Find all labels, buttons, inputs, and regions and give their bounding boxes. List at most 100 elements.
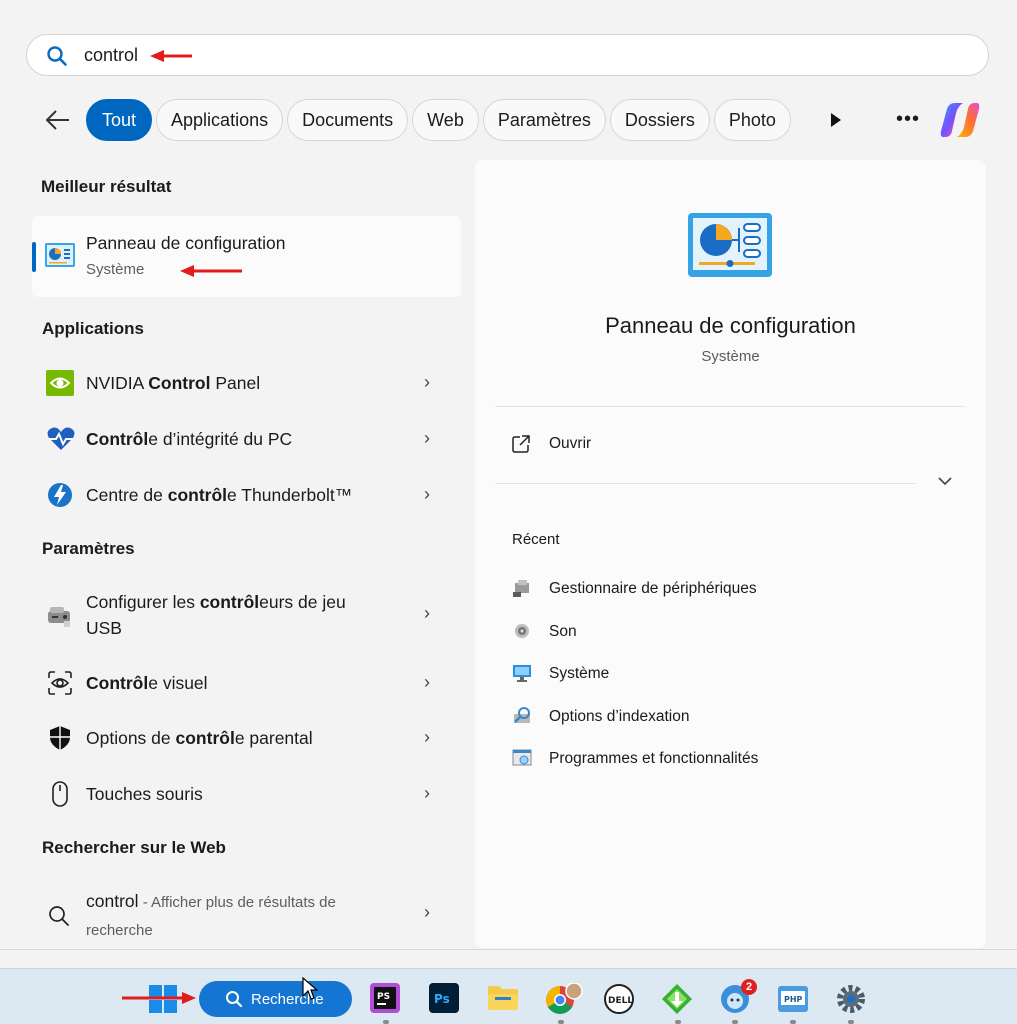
photoshop-icon[interactable]: Ps — [429, 983, 459, 1013]
chevron-right-icon: › — [424, 902, 430, 922]
best-match-subtitle: Système — [86, 261, 145, 278]
programs-icon — [512, 749, 532, 766]
tab-tout[interactable]: Tout — [86, 99, 153, 141]
chevron-right-icon: › — [424, 727, 430, 747]
recent-label: Son — [549, 623, 577, 640]
chevron-down-icon[interactable] — [937, 476, 953, 486]
tab-applications[interactable]: Applications — [156, 99, 284, 141]
health-heart-icon — [47, 427, 75, 450]
thunderbolt-icon — [48, 483, 72, 507]
shield-icon — [50, 726, 70, 750]
taskbar-search-button[interactable]: Recherche — [199, 981, 352, 1017]
applications-heading: Applications — [42, 319, 145, 338]
mouse-icon — [52, 781, 68, 807]
tab-dossiers[interactable]: Dossiers — [609, 99, 710, 141]
setting-label: Touches souris — [86, 784, 203, 804]
copilot-icon[interactable] — [939, 101, 981, 139]
preview-pane: Panneau de configuration Système Ouvrir … — [475, 160, 986, 948]
download-manager-icon[interactable] — [661, 983, 693, 1015]
chevron-right-icon: › — [424, 783, 430, 803]
running-indicator — [675, 1020, 681, 1024]
device-manager-icon — [513, 580, 529, 597]
tab-parametres[interactable]: Paramètres — [482, 99, 606, 141]
setting-label: Options de contrôle parental — [86, 728, 313, 748]
setting-item-usb-controllers[interactable]: Configurer les contrôleurs de jeu USB › — [32, 589, 461, 645]
tab-documents[interactable]: Documents — [287, 99, 409, 141]
recent-item-sound[interactable]: Son — [511, 620, 951, 644]
setting-label: Configurer les contrôleurs de jeu USB — [86, 592, 346, 638]
app-item-thunderbolt[interactable]: Centre de contrôle Thunderbolt™ › — [32, 480, 461, 510]
best-match-title: Panneau de configuration — [86, 233, 286, 253]
svg-text:DELL: DELL — [608, 996, 633, 1006]
search-icon — [226, 991, 243, 1008]
recent-item-programs[interactable]: Programmes et fonctionnalités — [511, 747, 951, 771]
setting-label: Contrôle visuel — [86, 673, 208, 693]
start-search-panel: control Tout Applications Documents Web Para… — [0, 0, 1017, 950]
running-indicator — [790, 1020, 796, 1024]
divider — [495, 406, 965, 407]
annotation-arrow — [180, 265, 242, 277]
control-panel-icon — [688, 213, 772, 277]
open-action[interactable]: Ouvrir — [511, 432, 811, 456]
annotation-arrow — [122, 992, 196, 1004]
svg-text:PHP: PHP — [784, 995, 803, 1004]
web-search-label: control - Afficher plus de résultats de r… — [86, 891, 336, 939]
preview-title: Panneau de configuration — [605, 313, 856, 338]
open-label: Ouvrir — [549, 435, 592, 452]
search-icon — [47, 46, 67, 66]
phpstorm-icon[interactable]: PS — [370, 983, 400, 1013]
recent-label: Système — [549, 665, 610, 682]
svg-text:Ps: Ps — [434, 992, 450, 1006]
recent-heading: Récent — [512, 531, 560, 548]
setting-item-mouse-keys[interactable]: Touches souris › — [32, 779, 461, 809]
nvidia-icon — [46, 370, 74, 396]
chevron-right-icon: › — [424, 372, 430, 392]
preview-subtitle: Système — [701, 348, 760, 365]
chevron-right-icon: › — [424, 603, 430, 623]
running-indicator — [558, 1020, 564, 1024]
open-external-icon — [512, 435, 530, 453]
mouse-cursor-icon — [302, 977, 318, 1000]
recent-label: Programmes et fonctionnalités — [549, 750, 759, 767]
divider — [495, 483, 915, 484]
dell-icon[interactable]: DELL — [603, 983, 635, 1015]
chevron-right-icon: › — [424, 484, 430, 504]
app-item-health-check[interactable]: Contrôle d’intégrité du PC › — [32, 424, 461, 454]
setting-item-visual-control[interactable]: Contrôle visuel › — [32, 668, 461, 698]
best-match-item[interactable]: Panneau de configuration Système — [32, 216, 461, 297]
recent-item-device-manager[interactable]: Gestionnaire de périphériques — [511, 577, 951, 601]
web-search-item[interactable]: control - Afficher plus de résultats de r… — [32, 888, 461, 944]
more-options-icon[interactable]: ••• — [896, 108, 920, 131]
setting-item-parental-control[interactable]: Options de contrôle parental › — [32, 723, 461, 753]
back-arrow-icon[interactable] — [42, 104, 74, 136]
chrome-icon[interactable] — [545, 983, 585, 1015]
recent-item-system[interactable]: Système — [511, 662, 951, 686]
filter-tabs: Tout Applications Documents Web Paramètres Do… — [86, 99, 804, 141]
settings-gear-icon[interactable] — [835, 983, 867, 1015]
game-controller-icon — [48, 607, 70, 627]
app-label: Centre de contrôle Thunderbolt™ — [86, 485, 353, 505]
app-item-nvidia[interactable]: NVIDIA Control Panel › — [32, 368, 461, 398]
app-label: NVIDIA Control Panel — [86, 373, 261, 393]
selection-indicator — [32, 242, 36, 272]
control-panel-icon — [45, 243, 75, 267]
recent-label: Gestionnaire de périphériques — [549, 580, 757, 597]
tab-photos[interactable]: Photo — [713, 99, 791, 141]
search-input[interactable]: control — [84, 45, 138, 66]
recent-label: Options d’indexation — [549, 708, 690, 725]
chevron-right-icon: › — [424, 428, 430, 448]
notification-badge: 2 — [741, 979, 757, 995]
phpstorm-project-icon[interactable]: PHP — [777, 983, 809, 1015]
app-label: Contrôle d’intégrité du PC — [86, 429, 293, 449]
recent-item-indexing[interactable]: Options d’indexation — [511, 705, 951, 729]
web-search-heading: Rechercher sur le Web — [42, 838, 226, 857]
file-explorer-icon[interactable] — [487, 983, 519, 1011]
running-indicator — [848, 1020, 854, 1024]
eye-scan-icon — [48, 671, 72, 695]
settings-heading: Paramètres — [42, 539, 135, 558]
annotation-arrow — [150, 50, 192, 62]
system-monitor-icon — [513, 665, 531, 682]
scroll-right-icon[interactable] — [829, 111, 843, 129]
search-icon — [49, 906, 69, 926]
tab-web[interactable]: Web — [412, 99, 479, 141]
